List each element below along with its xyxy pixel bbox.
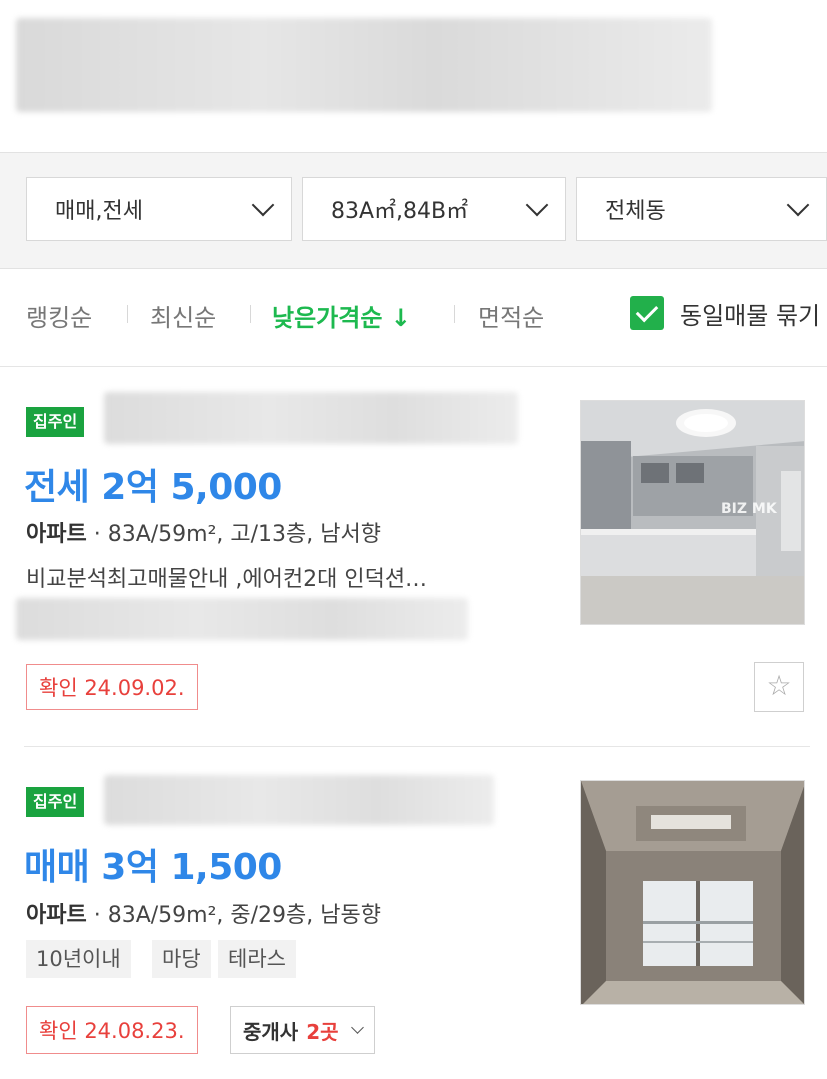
confirm-date: 확인 24.08.23. — [26, 1006, 198, 1054]
spec-text: 83A/59m², 고/13층, 남서향 — [107, 522, 381, 547]
room-photo — [581, 781, 804, 1004]
chevron-down-icon — [786, 193, 810, 217]
sort-low-price[interactable]: 낮은가격순 ↓ — [272, 298, 411, 333]
blurred-agent — [16, 598, 468, 640]
broker-count: 2곳 — [306, 1019, 339, 1044]
trade-type-label: 매매,전세 — [55, 199, 143, 224]
listing-price[interactable]: 매매 3억 1,500 — [24, 838, 282, 890]
sort-divider — [454, 305, 455, 323]
listing-photo[interactable] — [580, 780, 805, 1005]
arrow-down-icon: ↓ — [390, 304, 411, 332]
watermark: BIZ MK — [721, 501, 778, 517]
area-dropdown[interactable]: 83A㎡,84B㎡ — [302, 177, 566, 241]
blurred-header — [16, 18, 712, 112]
feature-tag: 마당 — [152, 940, 211, 978]
trade-type-dropdown[interactable]: 매매,전세 — [26, 177, 292, 241]
property-type: 아파트 — [26, 903, 87, 928]
dong-dropdown[interactable]: 전체동 — [576, 177, 827, 241]
sort-latest[interactable]: 최신순 — [150, 298, 216, 333]
owner-badge: 집주인 — [26, 787, 85, 817]
owner-badge: 집주인 — [26, 407, 85, 437]
spec-text: 83A/59m², 중/29층, 남동향 — [107, 903, 381, 928]
listing-description: 비교분석최고매물안내 ,에어컨2대 인덕션… — [26, 567, 428, 592]
sort-divider — [127, 305, 128, 323]
chevron-down-icon — [251, 193, 275, 217]
kitchen-photo: BIZ MK — [581, 401, 804, 624]
sort-low-price-label: 낮은가격순 — [272, 304, 383, 332]
blurred-title — [104, 392, 518, 444]
same-listing-checkbox[interactable] — [630, 296, 664, 330]
area-label: 83A㎡,84B㎡ — [331, 199, 469, 224]
same-listing-label[interactable]: 동일매물 묶기 — [680, 296, 820, 331]
sort-divider — [250, 305, 251, 323]
filter-bar: 매매,전세 83A㎡,84B㎡ 전체동 — [0, 152, 827, 269]
feature-tag: 10년이내 — [26, 940, 131, 978]
listing-spec: 아파트 · 83A/59m², 중/29층, 남동향 — [26, 903, 381, 928]
chevron-down-icon — [350, 1021, 364, 1034]
blurred-title — [104, 775, 494, 825]
sort-ranking[interactable]: 랭킹순 — [26, 298, 92, 333]
broker-dropdown[interactable]: 중개사 2곳 — [230, 1006, 375, 1054]
listing-photo[interactable]: BIZ MK — [580, 400, 805, 625]
star-outline-icon: ☆ — [766, 669, 792, 702]
listing-divider — [24, 746, 810, 747]
property-type: 아파트 — [26, 522, 87, 547]
chevron-down-icon — [525, 193, 549, 217]
sort-area[interactable]: 면적순 — [478, 298, 544, 333]
listing-price[interactable]: 전세 2억 5,000 — [24, 458, 282, 510]
confirm-date: 확인 24.09.02. — [26, 664, 198, 710]
feature-tag: 테라스 — [218, 940, 296, 978]
favorite-button[interactable]: ☆ — [754, 662, 804, 712]
broker-prefix: 중개사 — [243, 1019, 299, 1044]
dong-label: 전체동 — [605, 199, 666, 224]
listing-spec: 아파트 · 83A/59m², 고/13층, 남서향 — [26, 522, 381, 547]
